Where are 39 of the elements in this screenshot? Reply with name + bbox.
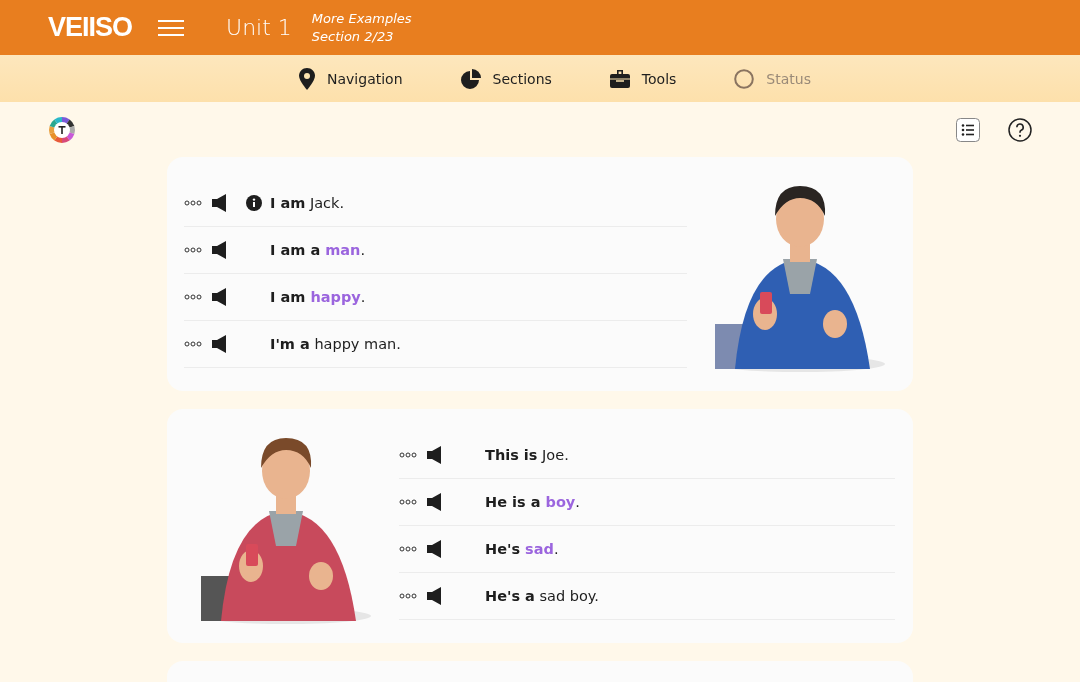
sentence: I'm a happy man.: [270, 336, 401, 352]
help-icon[interactable]: [1008, 117, 1032, 142]
dots-icon[interactable]: [184, 247, 202, 253]
nav-tab[interactable]: Sections: [460, 68, 552, 89]
dots-icon[interactable]: [184, 294, 202, 300]
dots-icon[interactable]: [399, 593, 417, 599]
dots-icon[interactable]: [184, 341, 202, 347]
dots-icon[interactable]: [399, 546, 417, 552]
speaker-icon[interactable]: [427, 493, 441, 511]
speaker-icon[interactable]: [212, 241, 226, 259]
info-icon[interactable]: [246, 195, 262, 211]
map-pin-icon: [299, 67, 315, 90]
section-counter: Section 2/23: [311, 27, 395, 46]
speaker-icon[interactable]: [212, 194, 226, 212]
pie-chart-icon: [460, 68, 481, 89]
sentence: I am a man.: [270, 242, 366, 258]
sentence: He is a boy.: [485, 494, 580, 510]
dots-icon[interactable]: [399, 499, 417, 505]
nav-tab[interactable]: Navigation: [299, 67, 403, 90]
sentence: I am happy.: [270, 289, 366, 305]
toolbox-icon: [609, 69, 630, 88]
unit-title: Unit 1: [226, 15, 292, 40]
circle-icon: [734, 68, 755, 89]
menu-icon[interactable]: [158, 19, 185, 36]
speaker-icon[interactable]: [212, 335, 226, 353]
sentence: He's a sad boy.: [485, 588, 599, 604]
sentence: I am Jack.: [270, 195, 345, 211]
list-icon[interactable]: [956, 117, 980, 142]
speaker-icon[interactable]: [427, 446, 441, 464]
speaker-icon[interactable]: [427, 587, 441, 605]
speaker-icon[interactable]: [212, 288, 226, 306]
sentence: He's sad.: [485, 541, 559, 557]
nav-tab[interactable]: Tools: [609, 69, 677, 88]
color-wheel-icon[interactable]: [48, 115, 76, 144]
dots-icon[interactable]: [184, 200, 202, 206]
lesson-subtitle: More Examples: [311, 9, 412, 28]
dots-icon[interactable]: [399, 452, 417, 458]
sentence: This is Joe.: [485, 447, 569, 463]
speaker-icon[interactable]: [427, 540, 441, 558]
